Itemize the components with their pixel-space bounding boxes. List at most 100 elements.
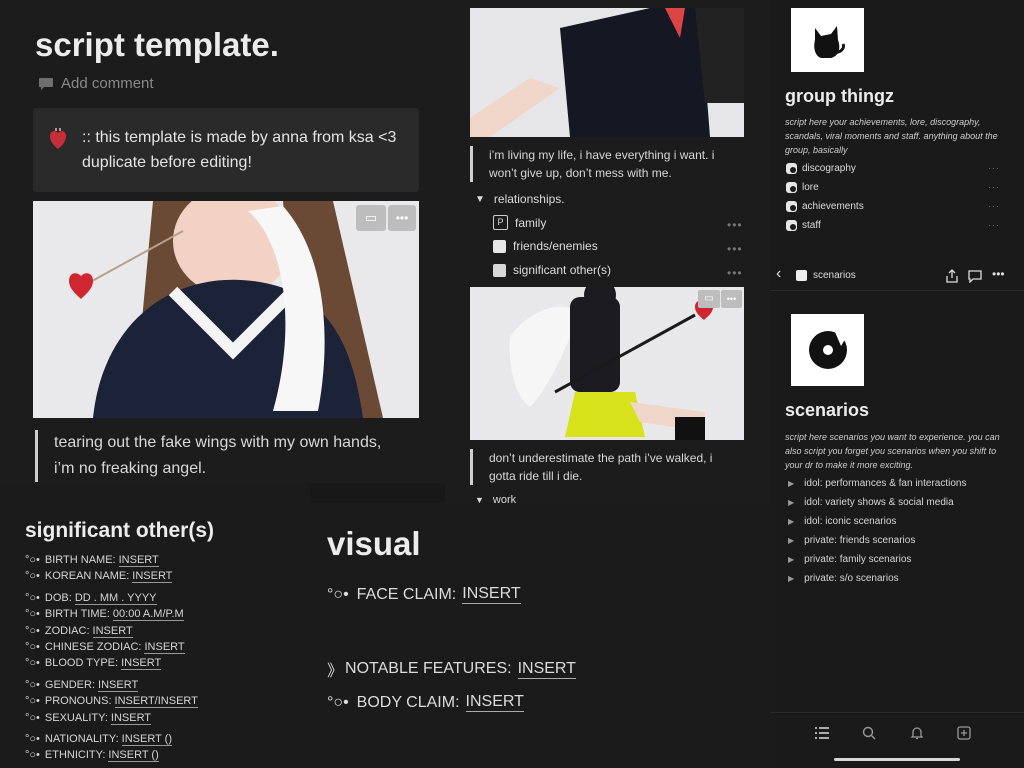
- field-label: KOREAN NAME:: [44, 570, 130, 583]
- scenario-toggle[interactable]: ▶ idol: variety shows & social media: [788, 497, 954, 508]
- scenario-toggle[interactable]: ▶ private: friends scenarios: [788, 535, 915, 546]
- field-value[interactable]: INSERT: [121, 657, 162, 671]
- share-icon[interactable]: [945, 269, 959, 283]
- field-value[interactable]: INSERT: [517, 660, 576, 679]
- field-value[interactable]: INSERT: [132, 570, 173, 584]
- field-value[interactable]: INSERT: [465, 693, 524, 712]
- field-value[interactable]: INSERT: [118, 554, 159, 567]
- scenario-toggle[interactable]: ▶ private: family scenarios: [788, 554, 911, 565]
- wings-photo: ▭ •••: [33, 201, 419, 418]
- page-link-staff[interactable]: staff: [786, 220, 821, 231]
- page-link-more-button[interactable]: •••: [727, 242, 743, 256]
- page-description: script here your achievements, lore, dis…: [785, 117, 998, 155]
- field-value[interactable]: INSERT (): [108, 749, 159, 763]
- scenario-toggle[interactable]: ▶ private: s/o scenarios: [788, 573, 899, 584]
- field-label: CHINESE ZODIAC:: [44, 641, 142, 653]
- info-field: °○• ZODIAC: INSERT: [25, 624, 133, 638]
- page-icon: [796, 270, 807, 281]
- bullet-prefix: °○•: [25, 570, 40, 583]
- vinyl-record-icon: [809, 331, 847, 369]
- field-value[interactable]: DD . MM . YYYY: [74, 591, 157, 605]
- bell-icon[interactable]: [910, 726, 924, 740]
- page-link-more-button[interactable]: ···: [988, 163, 1000, 173]
- body-claim-field: °○• BODY CLAIM: INSERT: [327, 693, 524, 712]
- page-link-more-button[interactable]: •••: [727, 218, 743, 232]
- toggle-triangle-icon: ▶: [788, 536, 795, 545]
- bullet-prefix: °○•: [327, 693, 349, 711]
- field-value[interactable]: INSERT: [110, 711, 152, 725]
- info-field: °○• KOREAN NAME: INSERT: [25, 570, 173, 584]
- back-button[interactable]: ‹: [776, 265, 781, 283]
- list-icon[interactable]: [815, 727, 829, 739]
- work-toggle[interactable]: ▼ work: [475, 494, 516, 503]
- more-icon[interactable]: •••: [992, 267, 1005, 281]
- quote-text: don’t underestimate the path i’ve walked…: [489, 451, 713, 483]
- page-link-more-button[interactable]: •••: [727, 266, 743, 280]
- field-value[interactable]: INSERT: [462, 585, 521, 604]
- home-indicator: [834, 758, 960, 761]
- comment-icon: [39, 77, 53, 90]
- add-comment-button[interactable]: Add comment: [38, 75, 154, 92]
- field-value[interactable]: INSERT: [144, 641, 185, 654]
- page-title: script template.: [35, 26, 279, 63]
- quote-text: i’m living my life, i have everything i …: [489, 148, 715, 180]
- scenarios-page-panel: ‹ scenarios ••• scenarios script here sc…: [770, 260, 1024, 768]
- comment-icon: ▭: [704, 293, 714, 304]
- bullet-prefix: °○•: [25, 733, 40, 745]
- scenario-toggle[interactable]: ▶ idol: performances & fan interactions: [788, 478, 966, 489]
- page-link-lore[interactable]: lore: [786, 182, 819, 193]
- scenario-label: private: family scenarios: [804, 554, 912, 565]
- field-label: NATIONALITY:: [44, 733, 119, 745]
- toggle-label: relationships.: [493, 192, 565, 206]
- photo-more-button[interactable]: •••: [388, 205, 416, 231]
- relationships-toggle[interactable]: ▼ relationships.: [475, 192, 565, 206]
- field-label: GENDER:: [44, 678, 96, 691]
- page-link-achievements[interactable]: achievements: [786, 201, 864, 212]
- field-value[interactable]: INSERT/INSERT: [114, 695, 198, 709]
- page-link-more-button[interactable]: ···: [988, 220, 1000, 230]
- puzzle-icon: P: [493, 215, 508, 230]
- scenario-label: idol: performances & fan interactions: [804, 478, 967, 489]
- scenario-toggle[interactable]: ▶ idol: iconic scenarios: [788, 516, 896, 527]
- new-page-icon[interactable]: [957, 726, 971, 740]
- group-page-panel: group thingz script here your achievemen…: [770, 0, 1024, 260]
- page-link-label: lore: [802, 182, 819, 193]
- bullet-prefix: °○•: [25, 624, 40, 637]
- page-title: scenarios: [785, 400, 870, 420]
- page-link-more-button[interactable]: ···: [988, 182, 1000, 192]
- info-field: °○• SEXUALITY: INSERT: [25, 711, 152, 725]
- cover-photo-bottom: ▭ •••: [470, 287, 744, 440]
- bullet-prefix: °○•: [25, 749, 40, 762]
- bullet-prefix: °○•: [25, 678, 40, 691]
- page-link-significant-others[interactable]: significant other(s): [493, 263, 611, 277]
- header-title: scenarios: [813, 270, 856, 281]
- face-claim-field: °○• FACE CLAIM: INSERT: [327, 585, 521, 604]
- page-link-more-button[interactable]: ···: [988, 201, 1000, 211]
- field-value[interactable]: INSERT (): [121, 733, 172, 746]
- field-value[interactable]: INSERT: [92, 624, 133, 638]
- bullet-prefix: °○•: [25, 554, 40, 566]
- photo-more-button[interactable]: •••: [721, 290, 742, 308]
- page-link-friends-enemies[interactable]: friends/enemies: [493, 239, 598, 253]
- photo-comment-button[interactable]: ▭: [356, 205, 386, 231]
- field-value[interactable]: INSERT: [98, 678, 139, 692]
- search-icon[interactable]: [862, 726, 876, 740]
- comment-icon[interactable]: [968, 269, 982, 283]
- bullet-prefix: °○•: [25, 711, 40, 724]
- add-comment-label: Add comment: [61, 75, 154, 92]
- bottom-tab-bar: [770, 712, 1024, 768]
- field-value[interactable]: 00:00 A.M/P.M: [112, 608, 184, 622]
- heart-page-icon: [786, 220, 797, 231]
- cover-photo-top: [470, 8, 744, 137]
- bookmark-icon: [493, 239, 506, 253]
- field-label: DOB:: [44, 591, 72, 604]
- toggle-triangle-icon: ▶: [788, 479, 795, 488]
- info-field: °○• PRONOUNS: INSERT/INSERT: [25, 695, 198, 709]
- field-label: ZODIAC:: [44, 624, 90, 637]
- page-link-family[interactable]: P family: [493, 215, 546, 230]
- scenario-label: private: friends scenarios: [804, 535, 916, 546]
- photo-comment-button[interactable]: ▭: [698, 290, 720, 308]
- toggle-triangle-icon: ▼: [475, 193, 485, 205]
- page-link-discography[interactable]: discography: [786, 163, 856, 174]
- page-link-label: friends/enemies: [513, 239, 598, 253]
